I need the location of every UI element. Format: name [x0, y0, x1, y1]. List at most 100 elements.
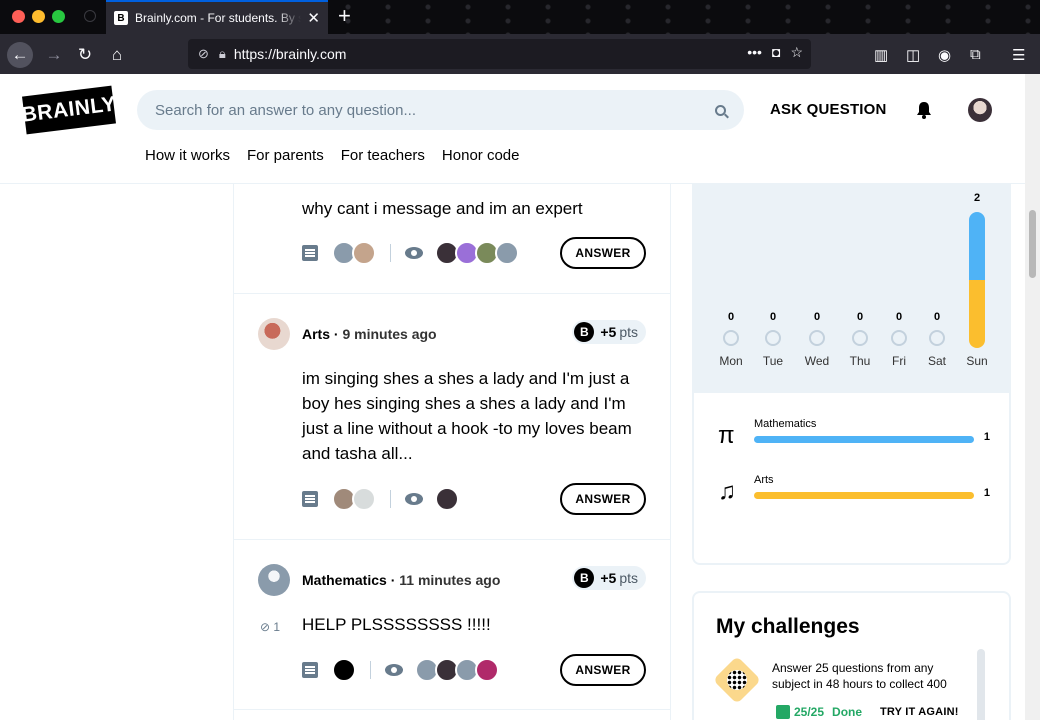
eye-icon: [385, 664, 403, 676]
sidebar-icon[interactable]: ◫: [906, 46, 920, 64]
challenge-done-label: Done: [832, 705, 863, 719]
answer-button[interactable]: ANSWER: [560, 654, 646, 686]
bookmark-star-icon[interactable]: ☆: [790, 44, 803, 61]
page-scrollbar[interactable]: [1025, 74, 1040, 720]
search-input[interactable]: [155, 101, 715, 119]
reload-icon[interactable]: ↻: [72, 42, 98, 68]
nav-honor-code[interactable]: Honor code: [442, 147, 520, 164]
day-label: Wed: [804, 354, 830, 368]
scrollbar-thumb[interactable]: [1029, 210, 1036, 278]
subject-count: 1: [983, 431, 990, 443]
challenge-status: 25/25 Done: [776, 705, 862, 719]
challenges-title: My challenges: [716, 615, 860, 638]
weekly-answers-chart: 0 Mon 0 Tue 0 Wed 0 Thu 0 Fri 0 Sat 2 Su…: [694, 184, 1009, 393]
sunday-bar-arts: [969, 280, 985, 348]
weekly-stats-card: 0 Mon 0 Tue 0 Wed 0 Thu 0 Fri 0 Sat 2 Su…: [692, 184, 1011, 565]
avatar: [332, 658, 356, 682]
browser-tab-active[interactable]: B Brainly.com - For students. By s ✕: [106, 0, 328, 34]
viewer-avatars: [435, 241, 519, 265]
page-actions-icon[interactable]: •••: [747, 44, 762, 61]
answer-button[interactable]: ANSWER: [560, 237, 646, 269]
day-count: 0: [856, 311, 864, 323]
page-viewport: BRAINLY ASK QUESTION How it works For pa…: [0, 74, 1025, 720]
question-header: Arts · 9 minutes ago: [258, 318, 437, 350]
ask-question-button[interactable]: ASK QUESTION: [770, 101, 887, 118]
day-label: Fri: [892, 354, 906, 368]
home-icon[interactable]: ⌂: [104, 42, 130, 68]
day-label: Sat: [927, 354, 946, 368]
browser-nav-bar: ← → ↻ ⌂ ⊘ 🔒︎ https://brainly.com ••• ◘ ☆…: [0, 34, 1040, 74]
close-tab-icon[interactable]: ✕: [307, 9, 320, 27]
challenge-progress: 25/25: [794, 705, 825, 719]
points-value: +5: [600, 324, 617, 340]
screenshot-icon[interactable]: ⧉: [970, 46, 981, 63]
forward-arrow-icon[interactable]: →: [41, 42, 67, 68]
subject-progress-bar: [754, 436, 974, 443]
eye-icon: [405, 247, 423, 259]
answerer-avatars: [332, 658, 356, 682]
question-card[interactable]: Arts · 9 minutes ago B +5 pts im singing…: [234, 294, 670, 540]
subject-count: 1: [983, 487, 990, 499]
address-bar[interactable]: ⊘ 🔒︎ https://brainly.com ••• ◘ ☆: [188, 39, 811, 69]
nav-how-it-works[interactable]: How it works: [145, 147, 230, 164]
notification-bell-icon[interactable]: [914, 100, 934, 120]
divider: [390, 490, 391, 508]
avatar: [352, 241, 376, 265]
document-icon: [302, 491, 318, 507]
lock-icon[interactable]: 🔒︎: [219, 46, 226, 62]
question-text[interactable]: HELP PLSSSSSSSS !!!!!: [302, 612, 652, 637]
avatar: [435, 487, 459, 511]
close-window-button[interactable]: [12, 10, 25, 23]
points-badge: B +5 pts: [572, 566, 646, 590]
nav-for-teachers[interactable]: For teachers: [341, 147, 425, 164]
pocket-icon[interactable]: ◘: [772, 44, 780, 61]
menu-icon[interactable]: ☰: [1012, 46, 1025, 64]
question-card[interactable]: Mathematics · 11 minutes ago B +5 pts ⊘ …: [234, 540, 670, 710]
answer-button[interactable]: ANSWER: [560, 483, 646, 515]
library-icon[interactable]: ▥: [874, 46, 888, 64]
search-bar[interactable]: [137, 90, 744, 130]
points-unit: pts: [619, 324, 638, 340]
tracking-protection-icon[interactable]: ⊘: [198, 46, 209, 62]
day-count: 0: [813, 311, 821, 323]
day-count: 0: [895, 311, 903, 323]
question-footer: ANSWER: [302, 654, 646, 686]
avatar[interactable]: [258, 564, 290, 596]
site-header: BRAINLY ASK QUESTION How it works For pa…: [0, 74, 1025, 184]
day-dot: [723, 330, 739, 346]
zoom-window-button[interactable]: [52, 10, 65, 23]
meta-separator: ·: [390, 572, 396, 588]
question-text[interactable]: why cant i message and im an expert: [302, 196, 652, 221]
back-arrow-icon[interactable]: ←: [7, 42, 33, 68]
day-dot: [809, 330, 825, 346]
day-count: 0: [727, 311, 735, 323]
search-icon[interactable]: [715, 104, 726, 116]
account-icon[interactable]: ◉: [938, 46, 951, 64]
challenges-scrollbar[interactable]: [977, 649, 985, 720]
points-value: +5: [600, 570, 617, 586]
day-count: 2: [973, 192, 981, 204]
question-card[interactable]: why cant i message and im an expert ANSW…: [234, 184, 670, 294]
subject-row-arts: ♫ Arts 1: [718, 474, 990, 508]
minimize-window-button[interactable]: [32, 10, 45, 23]
question-footer: ANSWER: [302, 237, 646, 269]
brainly-logo[interactable]: BRAINLY: [20, 85, 117, 135]
url-text[interactable]: https://brainly.com: [234, 46, 347, 62]
avatar: [475, 658, 499, 682]
subject-link[interactable]: Mathematics: [302, 572, 387, 588]
avatar: [495, 241, 519, 265]
music-note-icon: ♫: [718, 478, 736, 505]
try-again-button[interactable]: TRY IT AGAIN!: [880, 706, 959, 718]
question-text[interactable]: im singing shes a shes a lady and I'm ju…: [302, 366, 652, 466]
avatar[interactable]: [258, 318, 290, 350]
viewer-avatars: [415, 658, 499, 682]
user-avatar[interactable]: [968, 98, 992, 122]
question-meta: Mathematics · 11 minutes ago: [302, 572, 500, 588]
pinned-tab-icon[interactable]: [84, 10, 96, 22]
new-tab-button[interactable]: +: [338, 3, 351, 29]
points-badge: B +5 pts: [572, 320, 646, 344]
brainly-favicon-icon: B: [114, 11, 128, 25]
nav-for-parents[interactable]: For parents: [247, 147, 324, 164]
eye-icon: [405, 493, 423, 505]
subject-link[interactable]: Arts: [302, 326, 330, 342]
